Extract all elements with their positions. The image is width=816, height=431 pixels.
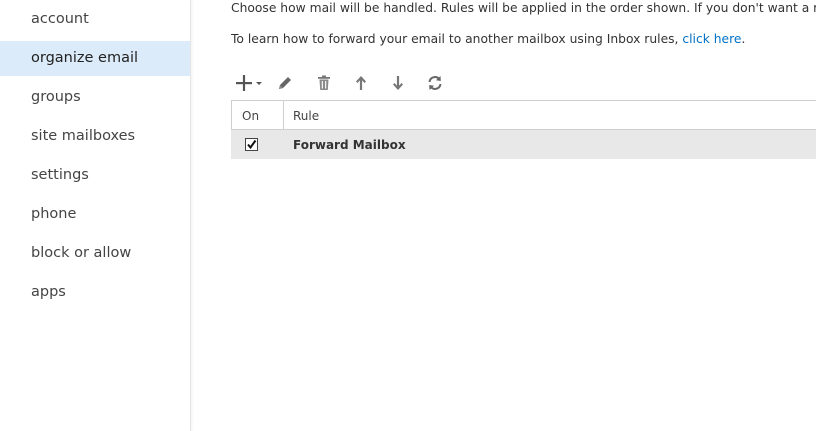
sidebar-item-phone[interactable]: phone xyxy=(0,197,190,232)
inbox-rules-panel: Choose how mail will be handled. Rules w… xyxy=(191,0,816,431)
delete-rule-button[interactable] xyxy=(314,71,334,95)
table-header: On Rule xyxy=(231,100,816,130)
sidebar-item-organize-email[interactable]: organize email xyxy=(0,41,190,76)
table-row[interactable]: Forward Mailbox xyxy=(231,130,816,159)
move-down-button[interactable] xyxy=(388,71,408,95)
column-header-on[interactable]: On xyxy=(242,101,259,129)
sidebar-item-settings[interactable]: settings xyxy=(0,158,190,193)
sidebar-item-groups[interactable]: groups xyxy=(0,80,190,115)
refresh-button[interactable] xyxy=(425,71,445,95)
add-icon xyxy=(236,75,262,91)
checkmark-icon xyxy=(247,139,257,150)
arrow-up-icon xyxy=(356,76,366,90)
trash-icon xyxy=(318,75,330,90)
forward-help-text: To learn how to forward your email to an… xyxy=(231,32,745,46)
rule-name: Forward Mailbox xyxy=(293,138,406,152)
refresh-icon xyxy=(428,76,442,90)
arrow-down-icon xyxy=(393,76,403,90)
rules-description: Choose how mail will be handled. Rules w… xyxy=(231,1,816,15)
sidebar-nav: account organize email groups site mailb… xyxy=(0,0,191,431)
sidebar-item-account[interactable]: account xyxy=(0,2,190,37)
click-here-link[interactable]: click here xyxy=(682,32,741,46)
new-rule-button[interactable] xyxy=(235,71,265,95)
pencil-icon xyxy=(279,77,291,89)
rule-enabled-checkbox[interactable] xyxy=(245,138,258,151)
column-header-rule[interactable]: Rule xyxy=(293,101,319,129)
move-up-button[interactable] xyxy=(351,71,371,95)
sidebar-item-apps[interactable]: apps xyxy=(0,275,190,310)
forward-help-label: To learn how to forward your email to an… xyxy=(231,32,679,46)
sidebar-item-site-mailboxes[interactable]: site mailboxes xyxy=(0,119,190,154)
edit-rule-button[interactable] xyxy=(275,71,295,95)
sidebar-item-block-or-allow[interactable]: block or allow xyxy=(0,236,190,271)
forward-help-period: . xyxy=(741,32,746,46)
rules-table: On Rule Forward Mailbox xyxy=(231,100,816,159)
column-divider xyxy=(283,101,284,129)
options-window: account organize email groups site mailb… xyxy=(0,0,816,431)
